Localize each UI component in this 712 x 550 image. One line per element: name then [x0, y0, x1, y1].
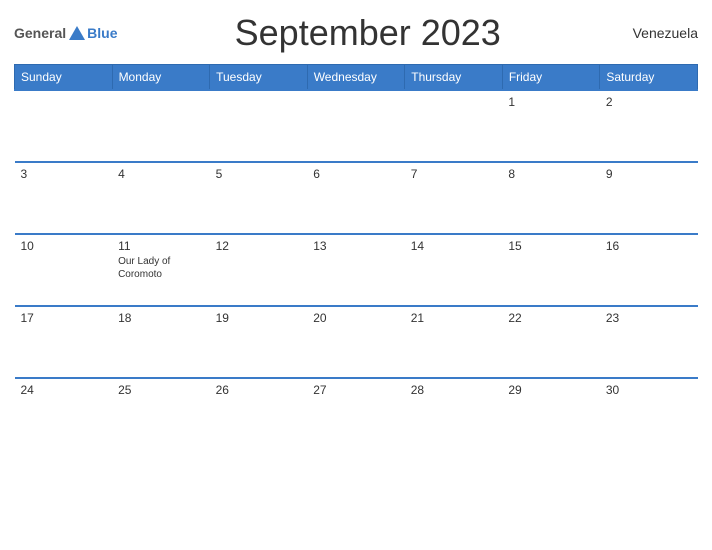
day-number: 12 [216, 239, 302, 253]
calendar-week-row: 24 25 26 27 28 29 30 [15, 378, 698, 450]
day-number: 9 [606, 167, 692, 181]
weekday-header: Monday [112, 65, 210, 91]
day-number: 25 [118, 383, 204, 397]
weekday-header: Friday [502, 65, 600, 91]
calendar-week-row: 12 [15, 90, 698, 162]
weekday-header: Saturday [600, 65, 698, 91]
calendar-week-row: 10 11 Our Lady of Coromoto 12 13 14 15 16 [15, 234, 698, 306]
calendar-cell: 12 [210, 234, 308, 306]
calendar-cell: 2 [600, 90, 698, 162]
day-number: 16 [606, 239, 692, 253]
logo-triangle-icon [69, 26, 85, 40]
country-label: Venezuela [618, 25, 698, 41]
calendar-cell [405, 90, 503, 162]
day-number: 28 [411, 383, 497, 397]
calendar-cell: 19 [210, 306, 308, 378]
day-number: 15 [508, 239, 594, 253]
calendar-week-row: 3456789 [15, 162, 698, 234]
calendar-week-row: 17 18 19 20 21 22 23 [15, 306, 698, 378]
calendar-cell: 9 [600, 162, 698, 234]
calendar-cell: 30 [600, 378, 698, 450]
weekday-header: Wednesday [307, 65, 405, 91]
calendar-cell [15, 90, 113, 162]
calendar-header-row: SundayMondayTuesdayWednesdayThursdayFrid… [15, 65, 698, 91]
day-number: 24 [21, 383, 107, 397]
calendar-cell: 8 [502, 162, 600, 234]
calendar-cell: 23 [600, 306, 698, 378]
weekday-header: Tuesday [210, 65, 308, 91]
calendar-cell: 15 [502, 234, 600, 306]
day-number: 6 [313, 167, 399, 181]
calendar-cell [307, 90, 405, 162]
calendar-cell: 16 [600, 234, 698, 306]
calendar-cell: 1 [502, 90, 600, 162]
calendar-cell: 27 [307, 378, 405, 450]
day-number: 30 [606, 383, 692, 397]
day-number: 20 [313, 311, 399, 325]
calendar-cell: 13 [307, 234, 405, 306]
calendar-cell: 28 [405, 378, 503, 450]
day-number: 11 [118, 239, 204, 253]
day-number: 7 [411, 167, 497, 181]
calendar-cell: 22 [502, 306, 600, 378]
calendar-cell: 21 [405, 306, 503, 378]
calendar-cell [210, 90, 308, 162]
calendar-header: General Blue September 2023 Venezuela [14, 12, 698, 54]
day-number: 23 [606, 311, 692, 325]
calendar-cell: 4 [112, 162, 210, 234]
day-number: 5 [216, 167, 302, 181]
day-number: 29 [508, 383, 594, 397]
calendar-cell: 3 [15, 162, 113, 234]
weekday-header: Sunday [15, 65, 113, 91]
calendar-page: General Blue September 2023 Venezuela Su… [0, 0, 712, 550]
calendar-cell: 20 [307, 306, 405, 378]
logo-blue: Blue [87, 25, 117, 41]
day-number: 18 [118, 311, 204, 325]
calendar-cell: 29 [502, 378, 600, 450]
calendar-cell: 11 Our Lady of Coromoto [112, 234, 210, 306]
day-number: 3 [21, 167, 107, 181]
day-number: 17 [21, 311, 107, 325]
day-number: 1 [508, 95, 594, 109]
day-number: 27 [313, 383, 399, 397]
day-number: 14 [411, 239, 497, 253]
calendar-cell: 6 [307, 162, 405, 234]
event-label: Our Lady of Coromoto [118, 255, 204, 281]
calendar-grid: SundayMondayTuesdayWednesdayThursdayFrid… [14, 64, 698, 450]
calendar-cell: 10 [15, 234, 113, 306]
day-number: 26 [216, 383, 302, 397]
day-number: 8 [508, 167, 594, 181]
logo: General Blue [14, 25, 117, 41]
day-number: 4 [118, 167, 204, 181]
day-number: 21 [411, 311, 497, 325]
calendar-cell: 7 [405, 162, 503, 234]
calendar-cell [112, 90, 210, 162]
day-number: 13 [313, 239, 399, 253]
calendar-cell: 17 [15, 306, 113, 378]
calendar-cell: 18 [112, 306, 210, 378]
logo-general: General [14, 25, 66, 41]
calendar-cell: 24 [15, 378, 113, 450]
weekday-header: Thursday [405, 65, 503, 91]
calendar-cell: 14 [405, 234, 503, 306]
day-number: 22 [508, 311, 594, 325]
calendar-cell: 25 [112, 378, 210, 450]
calendar-cell: 5 [210, 162, 308, 234]
calendar-cell: 26 [210, 378, 308, 450]
day-number: 2 [606, 95, 692, 109]
day-number: 10 [21, 239, 107, 253]
day-number: 19 [216, 311, 302, 325]
calendar-title: September 2023 [117, 12, 618, 54]
